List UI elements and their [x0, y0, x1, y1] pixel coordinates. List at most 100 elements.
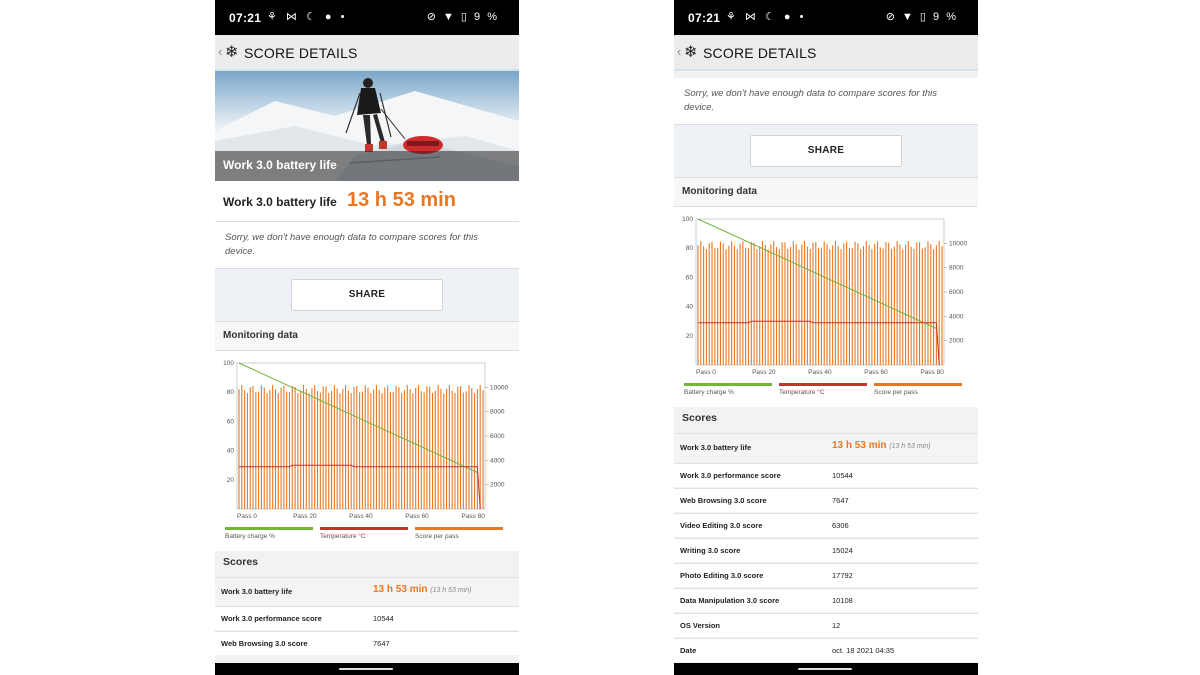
score-label: Work 3.0 battery life	[221, 587, 293, 596]
left-axis-tick-label: 60	[686, 274, 694, 281]
score-value: 13 h 53 min (13 h 53 min)	[832, 440, 931, 451]
app-bar: ‹ ❄ SCORE DETAILS	[215, 35, 519, 71]
left-axis-tick-label: 20	[686, 333, 694, 340]
home-handle[interactable]	[339, 668, 393, 670]
home-handle[interactable]	[798, 668, 852, 670]
score-value: 17792	[832, 571, 853, 580]
app-logo-icon: ❄	[684, 44, 698, 61]
system-status-icons: ⊘ ▼ ▯ 9 %	[885, 11, 958, 23]
score-value: oct. 18 2021 04:35	[832, 646, 895, 655]
left-axis-tick-label: 40	[227, 448, 235, 455]
page-title: SCORE DETAILS	[244, 45, 358, 61]
score-value: 15024	[832, 546, 853, 555]
status-bar: 07:21 ⚘ ⋈ ☾ ● • ⊘ ▼ ▯ 9 %	[215, 0, 519, 35]
status-time: 07:21	[229, 11, 262, 25]
score-value: 13 h 53 min (13 h 53 min)	[373, 584, 472, 595]
right-axis-tick-label: 10000	[949, 240, 967, 247]
legend-swatch	[779, 383, 867, 386]
monitoring-header: Monitoring data	[215, 322, 519, 351]
left-axis-tick-label: 80	[227, 389, 235, 396]
status-time: 07:21	[688, 11, 721, 25]
score-value: 10544	[373, 614, 394, 623]
hero-title: Work 3.0 battery life	[223, 158, 337, 172]
x-axis-tick-label: Pass 60	[405, 513, 429, 520]
legend-swatch	[225, 527, 313, 530]
score-label: Writing 3.0 score	[680, 546, 741, 555]
content-scroll[interactable]: Work 3.0 battery life Work 3.0 battery l…	[215, 71, 519, 663]
legend-label: Score per pass	[874, 389, 918, 396]
system-status-icons: ⊘ ▼ ▯ 9 %	[426, 11, 499, 23]
legend-label: Temperature °C	[320, 532, 366, 540]
x-axis-tick-label: Pass 40	[808, 369, 832, 376]
legend-swatch	[684, 383, 772, 386]
right-axis-tick-label: 4000	[949, 313, 964, 320]
result-label: Work 3.0 battery life	[223, 195, 337, 209]
scores-header: Scores	[674, 406, 978, 430]
page-title: SCORE DETAILS	[703, 45, 817, 61]
score-label: Work 3.0 battery life	[680, 443, 752, 452]
score-row: OS Version 12	[674, 613, 978, 637]
legend-label: Battery charge %	[684, 389, 734, 396]
score-row: Video Editing 3.0 score 6306	[674, 513, 978, 537]
right-axis-tick-label: 8000	[949, 265, 964, 272]
x-axis-tick-label: Pass 0	[237, 513, 257, 520]
score-row: Web Browsing 3.0 score 7647	[215, 631, 519, 655]
score-label: Web Browsing 3.0 score	[221, 639, 308, 648]
x-axis-tick-label: Pass 0	[696, 369, 716, 376]
chart-svg: 100 80 60 40 20 10000 8000 6000 4000 2000 Pass 0 Pa…	[223, 360, 508, 540]
score-label: Video Editing 3.0 score	[680, 521, 763, 530]
share-button[interactable]: SHARE	[750, 135, 902, 167]
back-icon[interactable]: ‹	[218, 44, 222, 59]
score-value: 10108	[832, 596, 853, 605]
app-logo-icon: ❄	[225, 44, 239, 61]
monitoring-chart: 100 80 60 40 20 10000 8000 6000 4000 2000 Pass 0 Pa…	[674, 207, 978, 407]
score-value: 12	[832, 621, 841, 630]
left-axis-tick-label: 60	[227, 418, 235, 425]
left-axis-tick-label: 40	[686, 304, 694, 311]
compare-message-box: Sorry, we don't have enough data to comp…	[674, 78, 978, 125]
nav-bar	[215, 663, 519, 675]
content-scroll[interactable]: Sorry, we don't have enough data to comp…	[674, 71, 978, 663]
share-button[interactable]: SHARE	[291, 279, 443, 311]
right-axis-tick-label: 6000	[490, 433, 505, 440]
x-axis-tick-label: Pass 60	[864, 369, 888, 376]
scores-header: Scores	[215, 550, 519, 574]
x-axis-tick-label: Pass 20	[293, 513, 317, 520]
scores-title: Scores	[682, 412, 718, 424]
monitoring-header: Monitoring data	[674, 178, 978, 207]
left-axis-tick-label: 20	[227, 477, 235, 484]
x-axis-tick-label: Pass 40	[349, 513, 373, 520]
compare-message-box: Sorry, we don't have enough data to comp…	[215, 222, 519, 269]
scores-title: Scores	[223, 556, 259, 568]
score-row: Photo Editing 3.0 score 17792	[674, 563, 978, 587]
x-axis-tick-label: Pass 80	[920, 369, 944, 376]
score-row: Writing 3.0 score 15024	[674, 538, 978, 562]
share-section: SHARE	[674, 125, 978, 178]
compare-message: Sorry, we don't have enough data to comp…	[225, 232, 478, 257]
back-icon[interactable]: ‹	[677, 44, 681, 59]
left-axis-tick-label: 100	[682, 216, 693, 223]
notification-icons: ⚘ ⋈ ☾ ● •	[267, 11, 348, 23]
right-axis-tick-label: 10000	[490, 384, 508, 391]
score-value: 7647	[373, 639, 390, 648]
phone-screen-right: 07:21 ⚘ ⋈ ☾ ● • ⊘ ▼ ▯ 9 % ‹ ❄ SCORE DETA…	[674, 0, 978, 675]
score-row: Web Browsing 3.0 score 7647	[674, 488, 978, 512]
score-row: Work 3.0 performance score 10544	[674, 463, 978, 487]
score-label: OS Version	[680, 621, 721, 630]
score-row: Data Manipulation 3.0 score 10108	[674, 588, 978, 612]
score-value: 10544	[832, 471, 853, 480]
monitoring-title: Monitoring data	[682, 186, 757, 197]
legend-swatch	[874, 383, 962, 386]
score-label: Work 3.0 performance score	[221, 614, 322, 623]
monitoring-title: Monitoring data	[223, 330, 298, 341]
right-axis-tick-label: 2000	[949, 338, 964, 345]
monitoring-chart: 100 80 60 40 20 10000 8000 6000 4000 2000 Pass 0 Pa…	[215, 351, 519, 551]
nav-bar	[674, 663, 978, 675]
x-axis-tick-label: Pass 20	[752, 369, 776, 376]
score-row: Work 3.0 battery life 13 h 53 min (13 h …	[674, 433, 978, 461]
left-axis-tick-label: 80	[686, 245, 694, 252]
legend-label: Temperature °C	[779, 388, 825, 396]
score-label: Date	[680, 646, 697, 655]
status-bar: 07:21 ⚘ ⋈ ☾ ● • ⊘ ▼ ▯ 9 %	[674, 0, 978, 35]
score-row: Work 3.0 performance score 10544	[215, 606, 519, 630]
